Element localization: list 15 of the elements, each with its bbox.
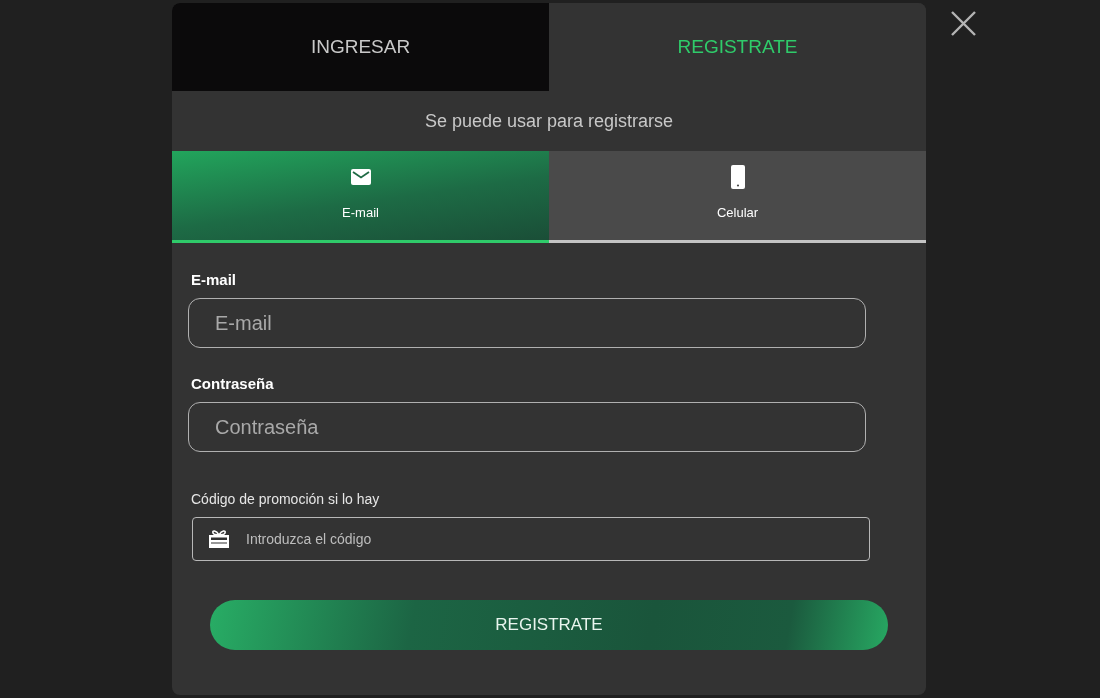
auth-tab[interactable]: INGRESAR [172, 3, 549, 91]
envelope-icon [350, 169, 371, 185]
phone-icon [730, 165, 745, 189]
field-label: Contraseña [191, 374, 274, 394]
method-tab[interactable]: E-mail [172, 151, 549, 243]
register-hint: Se puede usar para registrarse [424, 109, 674, 133]
register-button[interactable]: REGISTRATE [210, 600, 888, 650]
promo-code-field[interactable]: Introduzca el código [192, 517, 870, 561]
close-icon[interactable] [950, 10, 977, 37]
gift-card-icon [208, 529, 230, 549]
field-label: E-mail [191, 270, 236, 290]
promo-label: Código de promoción si lo hay [191, 490, 380, 509]
input-field[interactable]: Contraseña [188, 402, 866, 452]
method-tab[interactable]: Celular [549, 151, 926, 243]
input-field[interactable]: E-mail [188, 298, 866, 348]
